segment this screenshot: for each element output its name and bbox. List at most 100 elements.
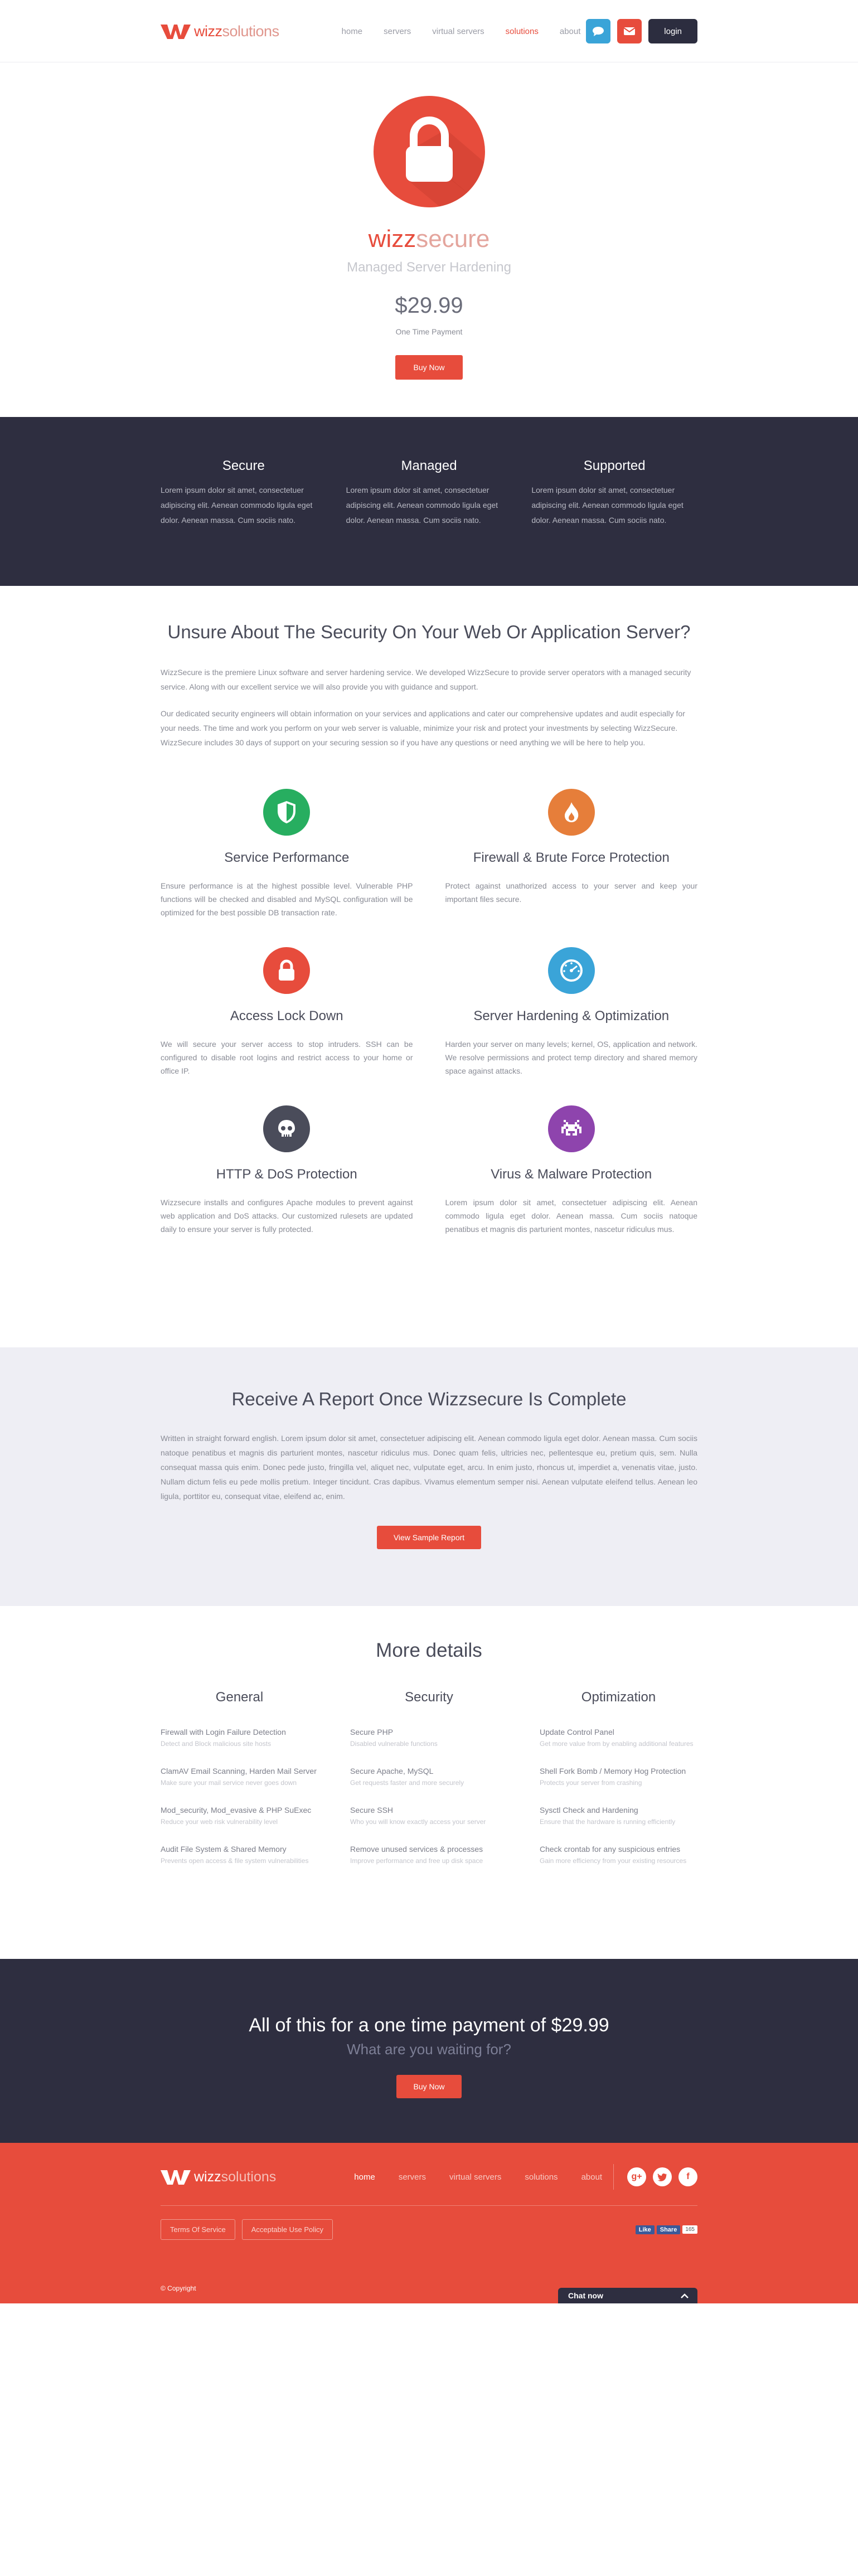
product-subtitle: Managed Server Hardening xyxy=(347,260,511,275)
terms-of-service-link[interactable]: Terms Of Service xyxy=(161,2219,235,2240)
list-item: Secure PHP Disabled vulnerable functions xyxy=(350,1728,438,1748)
list-item: Check crontab for any suspicious entries… xyxy=(540,1845,687,1865)
brand-name: wizzsolutions xyxy=(194,2169,277,2185)
pillar-text: Lorem ipsum dolor sit amet, consectetuer… xyxy=(531,486,684,525)
chat-button[interactable] xyxy=(586,19,611,43)
feature-text: Lorem ipsum dolor sit amet, consectetuer… xyxy=(445,1198,698,1234)
nav-virtual-servers[interactable]: virtual servers xyxy=(432,27,484,36)
twitter-icon[interactable] xyxy=(653,2167,672,2186)
section-title: Unsure About The Security On Your Web Or… xyxy=(167,622,691,642)
feature-service-performance: Service Performance Ensure performance i… xyxy=(161,789,413,933)
details-column-security: Security Secure PHP Disabled vulnerable f… xyxy=(350,1690,508,1884)
feature-grid: Service Performance Ensure performance i… xyxy=(161,789,697,1249)
feature-virus-malware: Virus & Malware Protection Lorem ipsum d… xyxy=(445,1105,698,1249)
flame-icon xyxy=(547,789,595,836)
footer-nav-about[interactable]: about xyxy=(581,2172,603,2182)
chat-now-widget[interactable]: Chat now xyxy=(558,2288,697,2303)
nav-about[interactable]: about xyxy=(560,27,581,36)
feature-title: HTTP & DoS Protection xyxy=(216,1167,357,1182)
section-title: More details xyxy=(376,1639,482,1661)
nav-solutions[interactable]: solutions xyxy=(506,27,539,36)
feature-title: Access Lock Down xyxy=(230,1008,343,1023)
list-item: Shell Fork Bomb / Memory Hog Protection P… xyxy=(540,1767,686,1787)
w-logo-icon xyxy=(161,25,191,39)
list-item: Remove unused services & processes Improv… xyxy=(350,1845,483,1865)
chat-label: Chat now xyxy=(568,2291,603,2300)
site-header: wizzsolutions home servers virtual serve… xyxy=(0,0,858,62)
footer-nav-home[interactable]: home xyxy=(354,2172,375,2182)
pillar-title: Managed xyxy=(401,458,457,473)
cta-buy-now-button[interactable]: Buy Now xyxy=(396,2075,462,2098)
cta-subtitle: What are you waiting for? xyxy=(347,2041,511,2058)
nav-home[interactable]: home xyxy=(342,27,363,36)
mail-button[interactable] xyxy=(617,19,642,43)
lock-icon xyxy=(263,947,311,994)
security-intro-section: Unsure About The Security On Your Web Or… xyxy=(0,586,858,1347)
pillar-secure: Secure Lorem ipsum dolor sit amet, conse… xyxy=(161,458,327,528)
feature-title: Firewall & Brute Force Protection xyxy=(473,850,670,865)
mail-icon xyxy=(623,27,636,35)
feature-access-lock-down: Access Lock Down We will secure your ser… xyxy=(161,947,413,1091)
footer-nav-servers[interactable]: servers xyxy=(399,2172,426,2182)
acceptable-use-policy-link[interactable]: Acceptable Use Policy xyxy=(241,2219,333,2240)
footer-nav-virtual-servers[interactable]: virtual servers xyxy=(449,2172,501,2182)
intro-paragraph: Our dedicated security engineers will ob… xyxy=(161,709,685,747)
site-logo[interactable]: wizzsolutions xyxy=(161,22,279,40)
main-nav: home servers virtual servers solutions a… xyxy=(342,27,581,36)
facebook-share-button[interactable]: Share xyxy=(656,2225,681,2234)
list-item: Secure SSH Who you will know exactly acce… xyxy=(350,1806,486,1826)
google-plus-icon[interactable]: g+ xyxy=(627,2167,646,2186)
feature-title: Virus & Malware Protection xyxy=(491,1167,652,1182)
feature-text: Wizzsecure installs and configures Apach… xyxy=(161,1198,413,1234)
lock-badge xyxy=(373,96,485,207)
facebook-like-count: 165 xyxy=(682,2225,697,2234)
product-name: wizzsecure xyxy=(368,225,490,253)
price-note: One Time Payment xyxy=(395,327,463,336)
social-links: g+ f xyxy=(613,2164,697,2190)
feature-title: Server Hardening & Optimization xyxy=(473,1008,670,1023)
column-title: General xyxy=(215,1690,264,1705)
pillars-section: Secure Lorem ipsum dolor sit amet, conse… xyxy=(0,417,858,586)
footer-nav: home servers virtual servers solutions a… xyxy=(354,2172,602,2182)
feature-text: We will secure your server access to sto… xyxy=(161,1040,413,1075)
buy-now-button[interactable]: Buy Now xyxy=(395,355,463,380)
footer-nav-solutions[interactable]: solutions xyxy=(525,2172,558,2182)
site-footer: wizzsolutions home servers virtual serve… xyxy=(0,2143,858,2303)
pillar-text: Lorem ipsum dolor sit amet, consectetuer… xyxy=(346,486,498,525)
report-section: Receive A Report Once Wizzsecure Is Comp… xyxy=(0,1347,858,1606)
feature-text: Harden your server on many levels; kerne… xyxy=(445,1040,698,1075)
pillar-managed: Managed Lorem ipsum dolor sit amet, cons… xyxy=(346,458,512,528)
facebook-widget: Like Share 165 xyxy=(635,2225,697,2234)
view-sample-report-button[interactable]: View Sample Report xyxy=(376,1526,482,1549)
footer-logo[interactable]: wizzsolutions xyxy=(161,2168,276,2186)
pillar-title: Supported xyxy=(583,458,646,473)
feature-text: Ensure performance is at the highest pos… xyxy=(161,881,413,917)
list-item: Secure Apache, MySQL Get requests faster … xyxy=(350,1767,464,1787)
column-title: Optimization xyxy=(581,1690,656,1705)
list-item: Update Control Panel Get more value from … xyxy=(540,1728,694,1748)
list-item: ClamAV Email Scanning, Harden Mail Serve… xyxy=(161,1767,317,1787)
feature-server-hardening: Server Hardening & Optimization Harden y… xyxy=(445,947,698,1091)
nav-servers[interactable]: servers xyxy=(384,27,411,36)
brand-name: wizzsolutions xyxy=(194,22,279,40)
footer-divider xyxy=(161,2205,697,2206)
list-item: Firewall with Login Failure Detection Det… xyxy=(161,1728,286,1748)
feature-http-dos: HTTP & DoS Protection Wizzsecure install… xyxy=(161,1105,413,1249)
facebook-icon[interactable]: f xyxy=(678,2167,697,2186)
pillar-text: Lorem ipsum dolor sit amet, consectetuer… xyxy=(161,486,313,525)
feature-firewall: Firewall & Brute Force Protection Protec… xyxy=(445,789,697,933)
cta-title: All of this for a one time payment of $2… xyxy=(249,2015,609,2036)
login-button[interactable]: login xyxy=(648,19,697,43)
intro-paragraph: WizzSecure is the premiere Linux softwar… xyxy=(161,668,691,691)
skull-icon xyxy=(263,1105,311,1152)
dashboard-icon xyxy=(547,947,595,994)
chevron-up-icon xyxy=(681,2293,689,2298)
details-column-general: General Firewall with Login Failure Dete… xyxy=(161,1690,318,1884)
space-invader-icon xyxy=(547,1105,595,1152)
facebook-like-button[interactable]: Like xyxy=(635,2225,655,2234)
hero-section: wizzsecure Managed Server Hardening $29.… xyxy=(0,62,858,417)
lock-icon xyxy=(405,117,485,207)
pillar-supported: Supported Lorem ipsum dolor sit amet, co… xyxy=(531,458,697,528)
speech-bubble-icon xyxy=(593,27,604,36)
list-item: Sysctl Check and Hardening Ensure that th… xyxy=(540,1806,676,1826)
